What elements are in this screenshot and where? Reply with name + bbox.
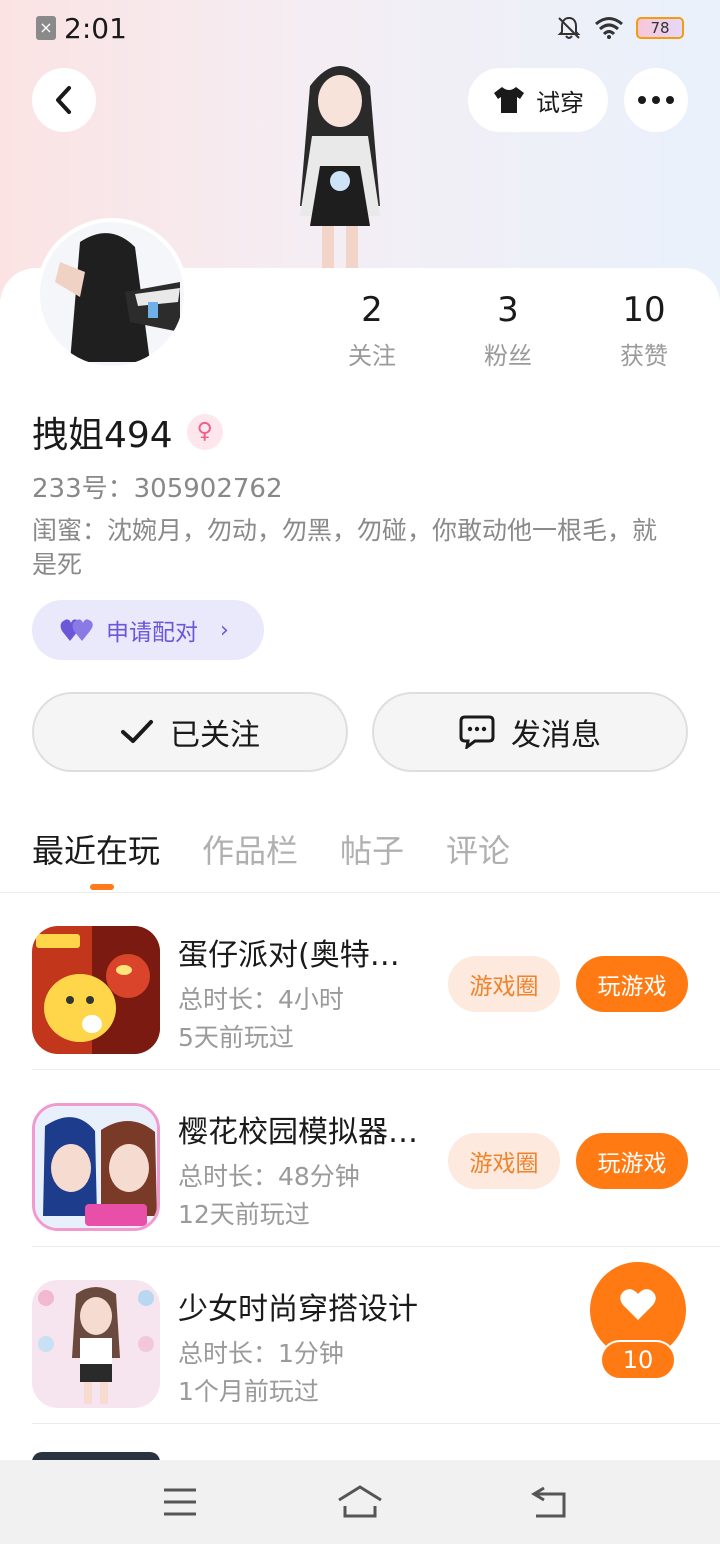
game-last-played: 5天前玩过 (178, 1023, 294, 1052)
tab-comments[interactable]: 评论 (446, 826, 510, 886)
message-button[interactable]: 发消息 (372, 692, 688, 772)
game-title: 蛋仔派对(奥特… (178, 938, 400, 973)
pair-label: 申请配对 (106, 620, 198, 646)
followed-label: 已关注 (170, 718, 260, 753)
status-time: 2:01 (64, 11, 127, 45)
tab-posts[interactable]: 帖子 (340, 826, 404, 886)
game-duration: 总时长：48分钟 (178, 1162, 360, 1191)
followed-button[interactable]: 已关注 (32, 692, 348, 772)
tab-recently-played[interactable]: 最近在玩 (32, 826, 160, 886)
tab-indicator (90, 884, 114, 890)
play-game-button[interactable]: 玩游戏 (576, 956, 688, 1012)
chat-bubble-icon (459, 715, 495, 749)
chevron-right-icon: › (220, 617, 229, 643)
chevron-left-icon (56, 86, 71, 114)
home-icon[interactable] (336, 1484, 384, 1520)
double-heart-icon (60, 619, 93, 641)
game-last-played: 12天前玩过 (178, 1200, 310, 1229)
try-on-button[interactable]: 试穿 (468, 68, 608, 132)
game-duration: 总时长：4小时 (178, 985, 344, 1014)
play-game-button[interactable]: 玩游戏 (576, 1133, 688, 1189)
game-row[interactable]: 少女时尚穿搭设计 总时长：1分钟 1个月前玩过 (32, 1248, 720, 1424)
game-duration: 总时长：1分钟 (178, 1339, 344, 1368)
battery-icon: 78 (636, 17, 684, 39)
avatar[interactable] (36, 218, 188, 370)
stat-label: 粉丝 (484, 342, 532, 370)
game-row[interactable]: 樱花校园模拟器… 总时长：48分钟 12天前玩过 游戏圈 玩游戏 (32, 1071, 720, 1247)
game-title: 樱花校园模拟器… (178, 1115, 418, 1150)
more-dots-icon (638, 96, 674, 104)
stat-label: 关注 (348, 342, 396, 370)
tshirt-icon (494, 87, 524, 113)
tab-works[interactable]: 作品栏 (202, 826, 298, 886)
stat-likes[interactable]: 10 获赞 (584, 290, 704, 371)
row-divider (32, 1423, 720, 1424)
game-circle-button[interactable]: 游戏圈 (448, 956, 560, 1012)
notification-icon: × (36, 16, 56, 40)
mute-bell-icon (557, 16, 581, 39)
back-icon[interactable] (530, 1484, 570, 1520)
stat-value: 2 (361, 290, 383, 330)
stat-value: 3 (497, 290, 519, 330)
message-label: 发消息 (511, 718, 601, 753)
row-divider (32, 1246, 720, 1247)
like-count: 10 (600, 1340, 676, 1380)
wifi-icon (595, 17, 623, 39)
stat-fans[interactable]: 3 粉丝 (448, 290, 568, 371)
game-row[interactable]: 蛋仔派对(奥特… 总时长：4小时 5天前玩过 游戏圈 玩游戏 (32, 894, 720, 1070)
avatar-character-3d (260, 56, 420, 268)
nickname: 拽姐494 (32, 415, 173, 456)
nickname-row: 拽姐494 ♀ (32, 406, 223, 458)
check-icon (121, 720, 153, 743)
row-divider (32, 1069, 720, 1070)
profile-stats: 2 关注 3 粉丝 10 获赞 (300, 290, 720, 380)
fashion-dressup-icon[interactable] (32, 1280, 160, 1408)
stat-value: 10 (622, 290, 666, 330)
stat-label: 获赞 (620, 342, 668, 370)
system-nav-bar (0, 1460, 720, 1544)
sakura-school-icon[interactable] (32, 1103, 160, 1231)
tabs-divider (0, 892, 720, 893)
stat-following[interactable]: 2 关注 (312, 290, 432, 371)
bio: 闺蜜：沈婉月，勿动，勿黑，勿碰，你敢动他一根毛，就是死 (32, 516, 658, 579)
pair-request-button[interactable]: 申请配对 › (32, 600, 264, 660)
heart-icon (620, 1289, 656, 1320)
profile-tabs: 最近在玩 作品栏 帖子 评论 (32, 826, 510, 886)
status-bar: × 2:01 78 (0, 0, 720, 56)
more-button[interactable] (624, 68, 688, 132)
game-last-played: 1个月前玩过 (178, 1377, 319, 1406)
back-button[interactable] (32, 68, 96, 132)
try-on-label: 试穿 (536, 88, 584, 117)
game-title: 少女时尚穿搭设计 (178, 1292, 418, 1327)
eggy-party-icon[interactable] (32, 926, 160, 1054)
menu-icon[interactable] (160, 1484, 200, 1520)
female-icon: ♀ (186, 414, 223, 450)
game-circle-button[interactable]: 游戏圈 (448, 1133, 560, 1189)
user-id: 233号：305902762 (32, 474, 283, 504)
